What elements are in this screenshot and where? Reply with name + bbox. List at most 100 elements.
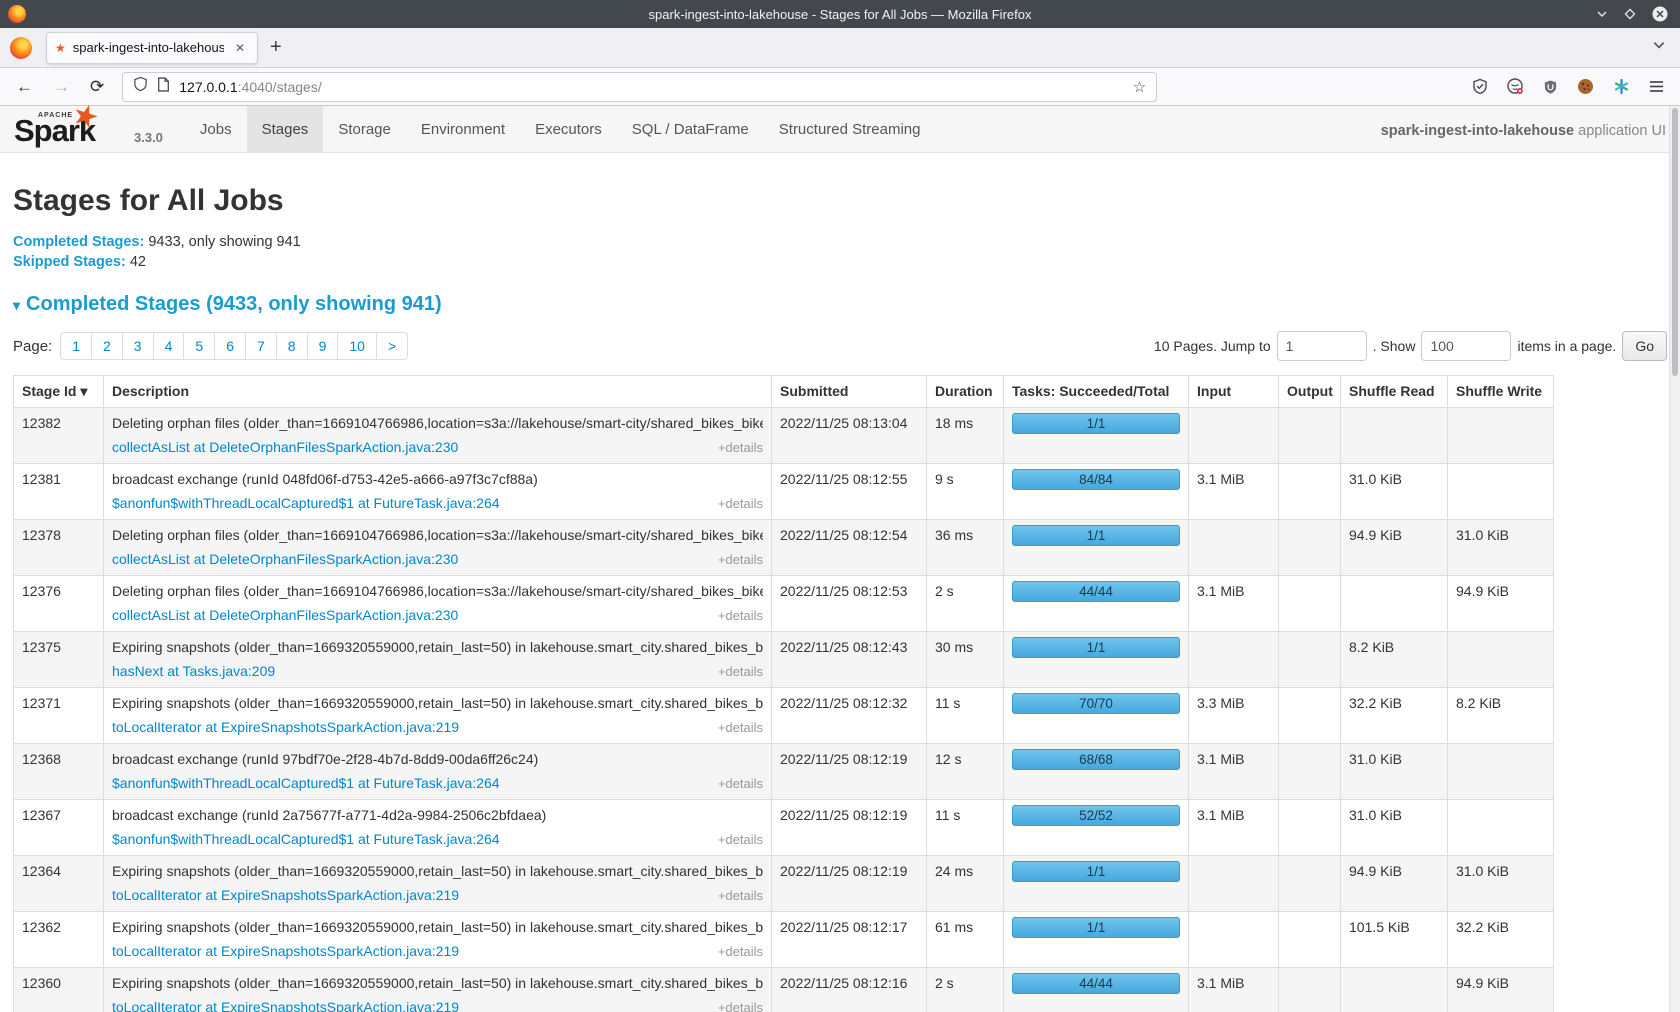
skipped-stages-link[interactable]: Skipped Stages: — [13, 254, 126, 270]
column-header-shuffle-write[interactable]: Shuffle Write — [1448, 376, 1554, 408]
nav-item-structured-streaming[interactable]: Structured Streaming — [764, 106, 936, 152]
page-button-1[interactable]: 1 — [60, 332, 92, 360]
column-header-stage-id[interactable]: Stage Id ▾ — [14, 376, 104, 408]
column-header-duration[interactable]: Duration — [927, 376, 1004, 408]
stage-callsite-link[interactable]: toLocalIterator at ExpireSnapshotsSparkA… — [112, 717, 459, 737]
nav-item-stages[interactable]: Stages — [247, 106, 324, 152]
page-scrollbar[interactable] — [1669, 106, 1680, 1012]
tasks-cell: 44/44 — [1004, 576, 1189, 632]
stage-callsite-link[interactable]: $anonfun$withThreadLocalCaptured$1 at Fu… — [112, 493, 500, 513]
column-header-description[interactable]: Description — [104, 376, 772, 408]
page-button-4[interactable]: 4 — [153, 332, 185, 360]
next-page-button[interactable]: > — [376, 332, 408, 360]
task-progress-bar: 1/1 — [1012, 413, 1180, 434]
page-button-7[interactable]: 7 — [245, 332, 277, 360]
shuffle-write-cell: 8.2 KiB — [1448, 688, 1554, 744]
column-header-shuffle-read[interactable]: Shuffle Read — [1341, 376, 1448, 408]
task-progress-label: 1/1 — [1087, 640, 1106, 655]
shield-icon[interactable] — [133, 76, 148, 97]
details-toggle[interactable]: +details — [718, 494, 763, 514]
input-cell: 3.1 MiB — [1189, 968, 1279, 1012]
page-button-9[interactable]: 9 — [307, 332, 339, 360]
details-toggle[interactable]: +details — [718, 998, 763, 1012]
firefox-icon[interactable] — [10, 37, 32, 59]
url-text[interactable]: 127.0.0.1:4040/stages/ — [179, 79, 1124, 95]
nav-item-jobs[interactable]: Jobs — [185, 106, 247, 152]
tab-close-icon[interactable]: ✕ — [231, 39, 249, 57]
minimize-button[interactable] — [1596, 8, 1608, 20]
jump-to-page-input[interactable] — [1277, 331, 1367, 361]
column-header-input[interactable]: Input — [1189, 376, 1279, 408]
ublock-shield-icon[interactable] — [1543, 79, 1558, 95]
details-toggle[interactable]: +details — [718, 550, 763, 570]
container-mask-icon[interactable] — [1507, 78, 1524, 95]
details-toggle[interactable]: +details — [718, 942, 763, 962]
details-toggle[interactable]: +details — [718, 886, 763, 906]
go-button[interactable]: Go — [1622, 331, 1667, 361]
stage-callsite-link[interactable]: collectAsList at DeleteOrphanFilesSparkA… — [112, 437, 458, 457]
output-cell — [1279, 632, 1341, 688]
details-toggle[interactable]: +details — [718, 830, 763, 850]
nav-item-storage[interactable]: Storage — [323, 106, 406, 152]
column-header-output[interactable]: Output — [1279, 376, 1341, 408]
column-header-submitted[interactable]: Submitted — [772, 376, 927, 408]
menu-button[interactable] — [1649, 80, 1664, 93]
output-cell — [1279, 968, 1341, 1012]
nav-item-executors[interactable]: Executors — [520, 106, 617, 152]
close-button[interactable] — [1652, 6, 1668, 22]
task-progress-label: 1/1 — [1087, 416, 1106, 431]
browser-tab[interactable]: ★ spark-ingest-into-lakehous ✕ — [46, 32, 258, 64]
list-tabs-icon[interactable] — [1652, 38, 1666, 57]
page-button-6[interactable]: 6 — [214, 332, 246, 360]
stage-callsite-link[interactable]: toLocalIterator at ExpireSnapshotsSparkA… — [112, 941, 459, 961]
stage-callsite-link[interactable]: toLocalIterator at ExpireSnapshotsSparkA… — [112, 997, 459, 1012]
shuffle-read-cell: 31.0 KiB — [1341, 744, 1448, 800]
stage-id-cell: 12362 — [14, 912, 104, 968]
stage-callsite-link[interactable]: collectAsList at DeleteOrphanFilesSparkA… — [112, 549, 458, 569]
nav-item-environment[interactable]: Environment — [406, 106, 520, 152]
new-tab-button[interactable]: + — [258, 36, 294, 59]
column-header-tasks-succeeded-total[interactable]: Tasks: Succeeded/Total — [1004, 376, 1189, 408]
page-button-8[interactable]: 8 — [276, 332, 308, 360]
page-button-3[interactable]: 3 — [122, 332, 154, 360]
spark-logo[interactable]: APACHE Spark ★ — [14, 105, 132, 152]
firefox-logo-icon — [8, 5, 26, 23]
stage-callsite-link[interactable]: hasNext at Tasks.java:209 — [112, 661, 275, 681]
details-toggle[interactable]: +details — [718, 718, 763, 738]
url-bar[interactable]: 127.0.0.1:4040/stages/ ☆ — [122, 72, 1157, 102]
pagination-row: Page: 12345678910> 10 Pages. Jump to . S… — [13, 331, 1667, 361]
stage-callsite-link[interactable]: collectAsList at DeleteOrphanFilesSparkA… — [112, 605, 458, 625]
details-toggle[interactable]: +details — [718, 438, 763, 458]
submitted-cell: 2022/11/25 08:12:32 — [772, 688, 927, 744]
stage-callsite-link[interactable]: $anonfun$withThreadLocalCaptured$1 at Fu… — [112, 829, 500, 849]
stage-callsite-link[interactable]: $anonfun$withThreadLocalCaptured$1 at Fu… — [112, 773, 500, 793]
back-button[interactable]: ← — [16, 77, 33, 97]
description-cell: Deleting orphan files (older_than=166910… — [104, 520, 772, 576]
asterisk-extension-icon[interactable] — [1613, 78, 1630, 95]
items-per-page-input[interactable] — [1421, 331, 1511, 361]
stage-callsite-link[interactable]: toLocalIterator at ExpireSnapshotsSparkA… — [112, 885, 459, 905]
maximize-button[interactable] — [1624, 8, 1636, 20]
completed-stages-stat: Completed Stages: 9433, only showing 941 — [13, 232, 1667, 252]
scrollbar-thumb[interactable] — [1672, 108, 1678, 376]
shuffle-write-cell — [1448, 632, 1554, 688]
stage-description: Expiring snapshots (older_than=166932055… — [112, 693, 763, 713]
details-toggle[interactable]: +details — [718, 606, 763, 626]
stage-description: Expiring snapshots (older_than=166932055… — [112, 973, 763, 993]
stages-table-body: 12382 Deleting orphan files (older_than=… — [14, 408, 1554, 1012]
bookmark-star-icon[interactable]: ☆ — [1133, 78, 1146, 96]
forward-button[interactable]: → — [53, 77, 70, 97]
completed-stages-section-toggle[interactable]: ▾Completed Stages (9433, only showing 94… — [13, 293, 1667, 316]
reload-button[interactable]: ⟳ — [90, 77, 104, 97]
page-info-icon[interactable] — [157, 77, 170, 97]
details-toggle[interactable]: +details — [718, 774, 763, 794]
page-button-2[interactable]: 2 — [91, 332, 123, 360]
nav-item-sql-dataframe[interactable]: SQL / DataFrame — [617, 106, 764, 152]
page-button-5[interactable]: 5 — [183, 332, 215, 360]
shield-check-icon[interactable] — [1472, 78, 1488, 95]
submitted-cell: 2022/11/25 08:12:16 — [772, 968, 927, 1012]
page-button-10[interactable]: 10 — [337, 332, 377, 360]
details-toggle[interactable]: +details — [718, 662, 763, 682]
completed-stages-link[interactable]: Completed Stages: — [13, 234, 144, 250]
cookie-icon[interactable] — [1577, 78, 1594, 95]
